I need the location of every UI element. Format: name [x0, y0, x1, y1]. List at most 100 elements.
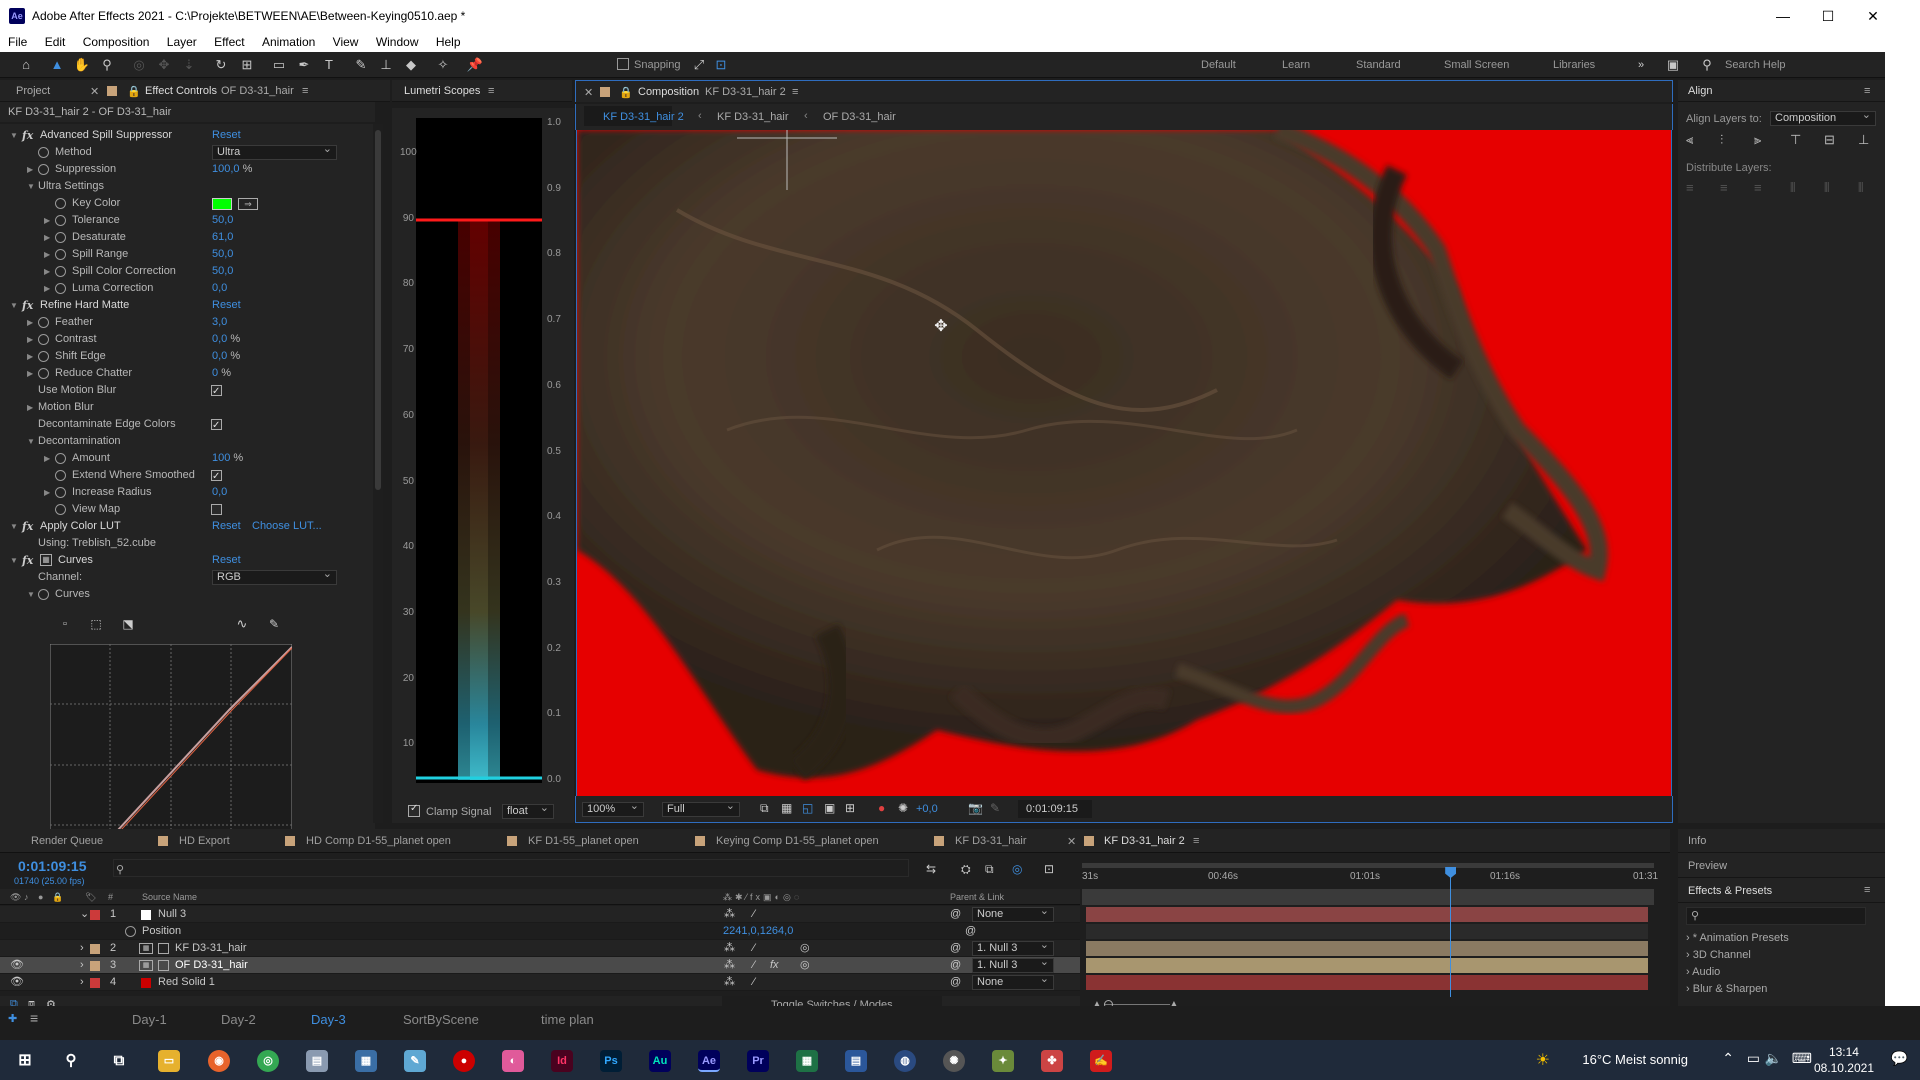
motion-blur-switch-icon[interactable]: ◎	[800, 940, 810, 957]
timeline-zoom-slider[interactable]	[1104, 1004, 1170, 1005]
workspace-small-screen[interactable]: Small Screen	[1444, 59, 1509, 71]
pickwhip-icon[interactable]: @	[950, 940, 961, 957]
audio-switch-icon[interactable]: ♪	[24, 889, 29, 905]
layer-row-kf-hair[interactable]: › 2 ▦ KF D3-31_hair ⁂ ⁄ ◎ @ 1. Null 3	[0, 939, 1080, 957]
extend-checkbox[interactable]	[211, 468, 222, 485]
shy-switch-icon[interactable]: ⁂	[724, 957, 735, 974]
distribute-bottom-icon[interactable]: ≡	[1754, 180, 1762, 195]
calculator-icon[interactable]: ▦	[355, 1050, 377, 1072]
suppression-value[interactable]: 100,0	[212, 163, 240, 175]
layer-row-of-hair-selected[interactable]: 👁 › 3 ▦ OF D3-31_hair ⁂ ⁄ fx ◎ @ 1. Null…	[0, 956, 1080, 974]
channel-rgb-icon[interactable]: ●	[878, 801, 885, 815]
stopwatch-icon[interactable]	[55, 470, 66, 481]
info-panel-header[interactable]: Info	[1678, 829, 1885, 853]
menu-file[interactable]: File	[0, 32, 33, 49]
orbit-tool-icon[interactable]: ◎	[130, 56, 148, 74]
rectangle-tool-icon[interactable]: ▭	[270, 56, 288, 74]
region-of-interest-icon[interactable]: ▣	[824, 801, 835, 815]
stopwatch-icon[interactable]	[38, 317, 49, 328]
workspace-more-icon[interactable]: »	[1638, 59, 1644, 71]
visibility-eye-icon[interactable]: 👁	[10, 957, 24, 974]
comp-timecode[interactable]: 0:01:09:15	[1026, 803, 1078, 815]
timeline-tracks[interactable]: 31s 00:46s 01:01s 01:16s 01:31 ▲ ▲	[1080, 853, 1670, 1016]
breadcrumb-kf-hair-2[interactable]: KF D3-31_hair 2	[603, 111, 684, 123]
pan-behind-tool-icon[interactable]: ⊞	[238, 56, 256, 74]
search-help-input[interactable]: Search Help	[1725, 59, 1786, 71]
pickwhip-icon[interactable]: @	[950, 906, 961, 923]
shy-switch-icon[interactable]: ⁂	[724, 906, 735, 923]
layer-name[interactable]: KF D3-31_hair	[175, 940, 247, 957]
workspace-libraries[interactable]: Libraries	[1553, 59, 1595, 71]
tree-item-animation-presets[interactable]: › * Animation Presets	[1686, 930, 1789, 947]
decontaminate-checkbox[interactable]	[211, 417, 222, 434]
puppet-pin-tool-icon[interactable]: 📌	[466, 56, 484, 74]
stopwatch-icon[interactable]	[55, 232, 66, 243]
stopwatch-icon[interactable]	[55, 453, 66, 464]
expand-arrow-icon[interactable]: ⌄	[80, 906, 89, 923]
view-map-checkbox[interactable]	[211, 504, 222, 515]
exposure-reset-icon[interactable]: ✺	[898, 801, 908, 815]
close-tab-icon[interactable]: ✕	[584, 86, 593, 99]
layer-label-color[interactable]	[90, 910, 100, 920]
expand-arrow-icon[interactable]: ›	[80, 957, 84, 974]
choose-lut-button[interactable]: Choose LUT...	[252, 518, 322, 535]
app-icon[interactable]: ▤	[306, 1050, 328, 1072]
snap-feature-icon[interactable]: ⊡	[712, 56, 730, 74]
type-tool-icon[interactable]: T	[320, 56, 338, 74]
menu-layer[interactable]: Layer	[159, 32, 203, 49]
breadcrumb-kf-hair[interactable]: KF D3-31_hair	[717, 111, 789, 123]
tab-kf-d1-55[interactable]: KF D1-55_planet open	[528, 835, 639, 847]
contrast-value[interactable]: 0,0	[212, 333, 227, 345]
time-ruler[interactable]: 31s 00:46s 01:01s 01:16s 01:31	[1080, 869, 1660, 887]
distribute-left-icon[interactable]: ⫴	[1790, 180, 1795, 196]
preview-panel-header[interactable]: Preview	[1678, 854, 1885, 878]
layer-row-null-3[interactable]: ⌄ 1 Null 3 ⁂ ⁄ @ None	[0, 905, 1080, 923]
lock-switch-icon[interactable]: 🔒	[52, 889, 63, 905]
timeline-search-input[interactable]	[113, 859, 909, 877]
stopwatch-icon[interactable]	[38, 334, 49, 345]
shy-switch-icon[interactable]: ⁂	[724, 974, 735, 991]
rotate-tool-icon[interactable]: ↻	[212, 56, 230, 74]
reset-button[interactable]: Reset	[212, 127, 241, 144]
effect-apply-color-lut[interactable]: ▼ fx Apply Color LUT Reset Choose LUT...	[0, 518, 368, 535]
position-value[interactable]: 2241,0,1264,0	[723, 923, 793, 940]
notes-app-icon[interactable]: ✎	[404, 1050, 426, 1072]
curves-pencil-icon[interactable]: ✎	[264, 614, 284, 634]
hand-tool-icon[interactable]: ✋	[73, 56, 91, 74]
indesign-icon[interactable]: Id	[551, 1050, 573, 1072]
spill-color-value[interactable]: 50,0	[212, 263, 233, 280]
stopwatch-icon[interactable]	[55, 504, 66, 515]
clone-stamp-tool-icon[interactable]: ⊥	[377, 56, 395, 74]
layer-bar-kf-hair[interactable]	[1086, 941, 1648, 956]
menu-help[interactable]: Help	[428, 32, 467, 49]
panel-menu-icon[interactable]: ≡	[1864, 85, 1870, 97]
stopwatch-icon[interactable]	[55, 249, 66, 260]
tab-align[interactable]: Align	[1688, 85, 1712, 97]
tree-item-blur-sharpen[interactable]: › Blur & Sharpen	[1686, 981, 1789, 998]
network-icon[interactable]: ▭	[1747, 1050, 1760, 1067]
align-vcenter-icon[interactable]: ⊟	[1824, 132, 1835, 148]
effect-controls-scrollbar[interactable]	[373, 124, 383, 823]
stopwatch-icon[interactable]	[38, 164, 49, 175]
after-effects-icon[interactable]: Ae	[698, 1050, 720, 1072]
workspace-menu-icon[interactable]: ≡	[30, 1010, 38, 1026]
stopwatch-icon[interactable]	[38, 147, 49, 158]
workspace-standard[interactable]: Standard	[1356, 59, 1401, 71]
file-explorer-icon[interactable]: ▭	[158, 1050, 180, 1072]
align-hcenter-icon[interactable]: ⫶	[1720, 132, 1723, 148]
close-tab-icon[interactable]: ✕	[1067, 835, 1076, 848]
layer-name[interactable]: OF D3-31_hair	[175, 957, 248, 974]
method-dropdown[interactable]: Ultra	[212, 143, 337, 160]
grid-guides-icon[interactable]: ⊞	[845, 801, 855, 815]
reset-button[interactable]: Reset	[212, 297, 241, 314]
fast-preview-icon[interactable]: ⧉	[760, 801, 769, 816]
quality-switch-icon[interactable]: ⁄	[753, 906, 755, 923]
workspace-default[interactable]: Default	[1201, 59, 1236, 71]
dolly-tool-icon[interactable]: ⇣	[180, 56, 198, 74]
graph-editor-icon[interactable]: ⊡	[1044, 862, 1054, 876]
davinci-icon[interactable]: ◍	[894, 1050, 916, 1072]
increase-radius-value[interactable]: 0,0	[212, 484, 227, 501]
workspace-tab-time-plan[interactable]: time plan	[541, 1012, 594, 1027]
shift-edge-value[interactable]: 0,0	[212, 350, 227, 362]
align-top-icon[interactable]: ⊤	[1790, 132, 1801, 148]
